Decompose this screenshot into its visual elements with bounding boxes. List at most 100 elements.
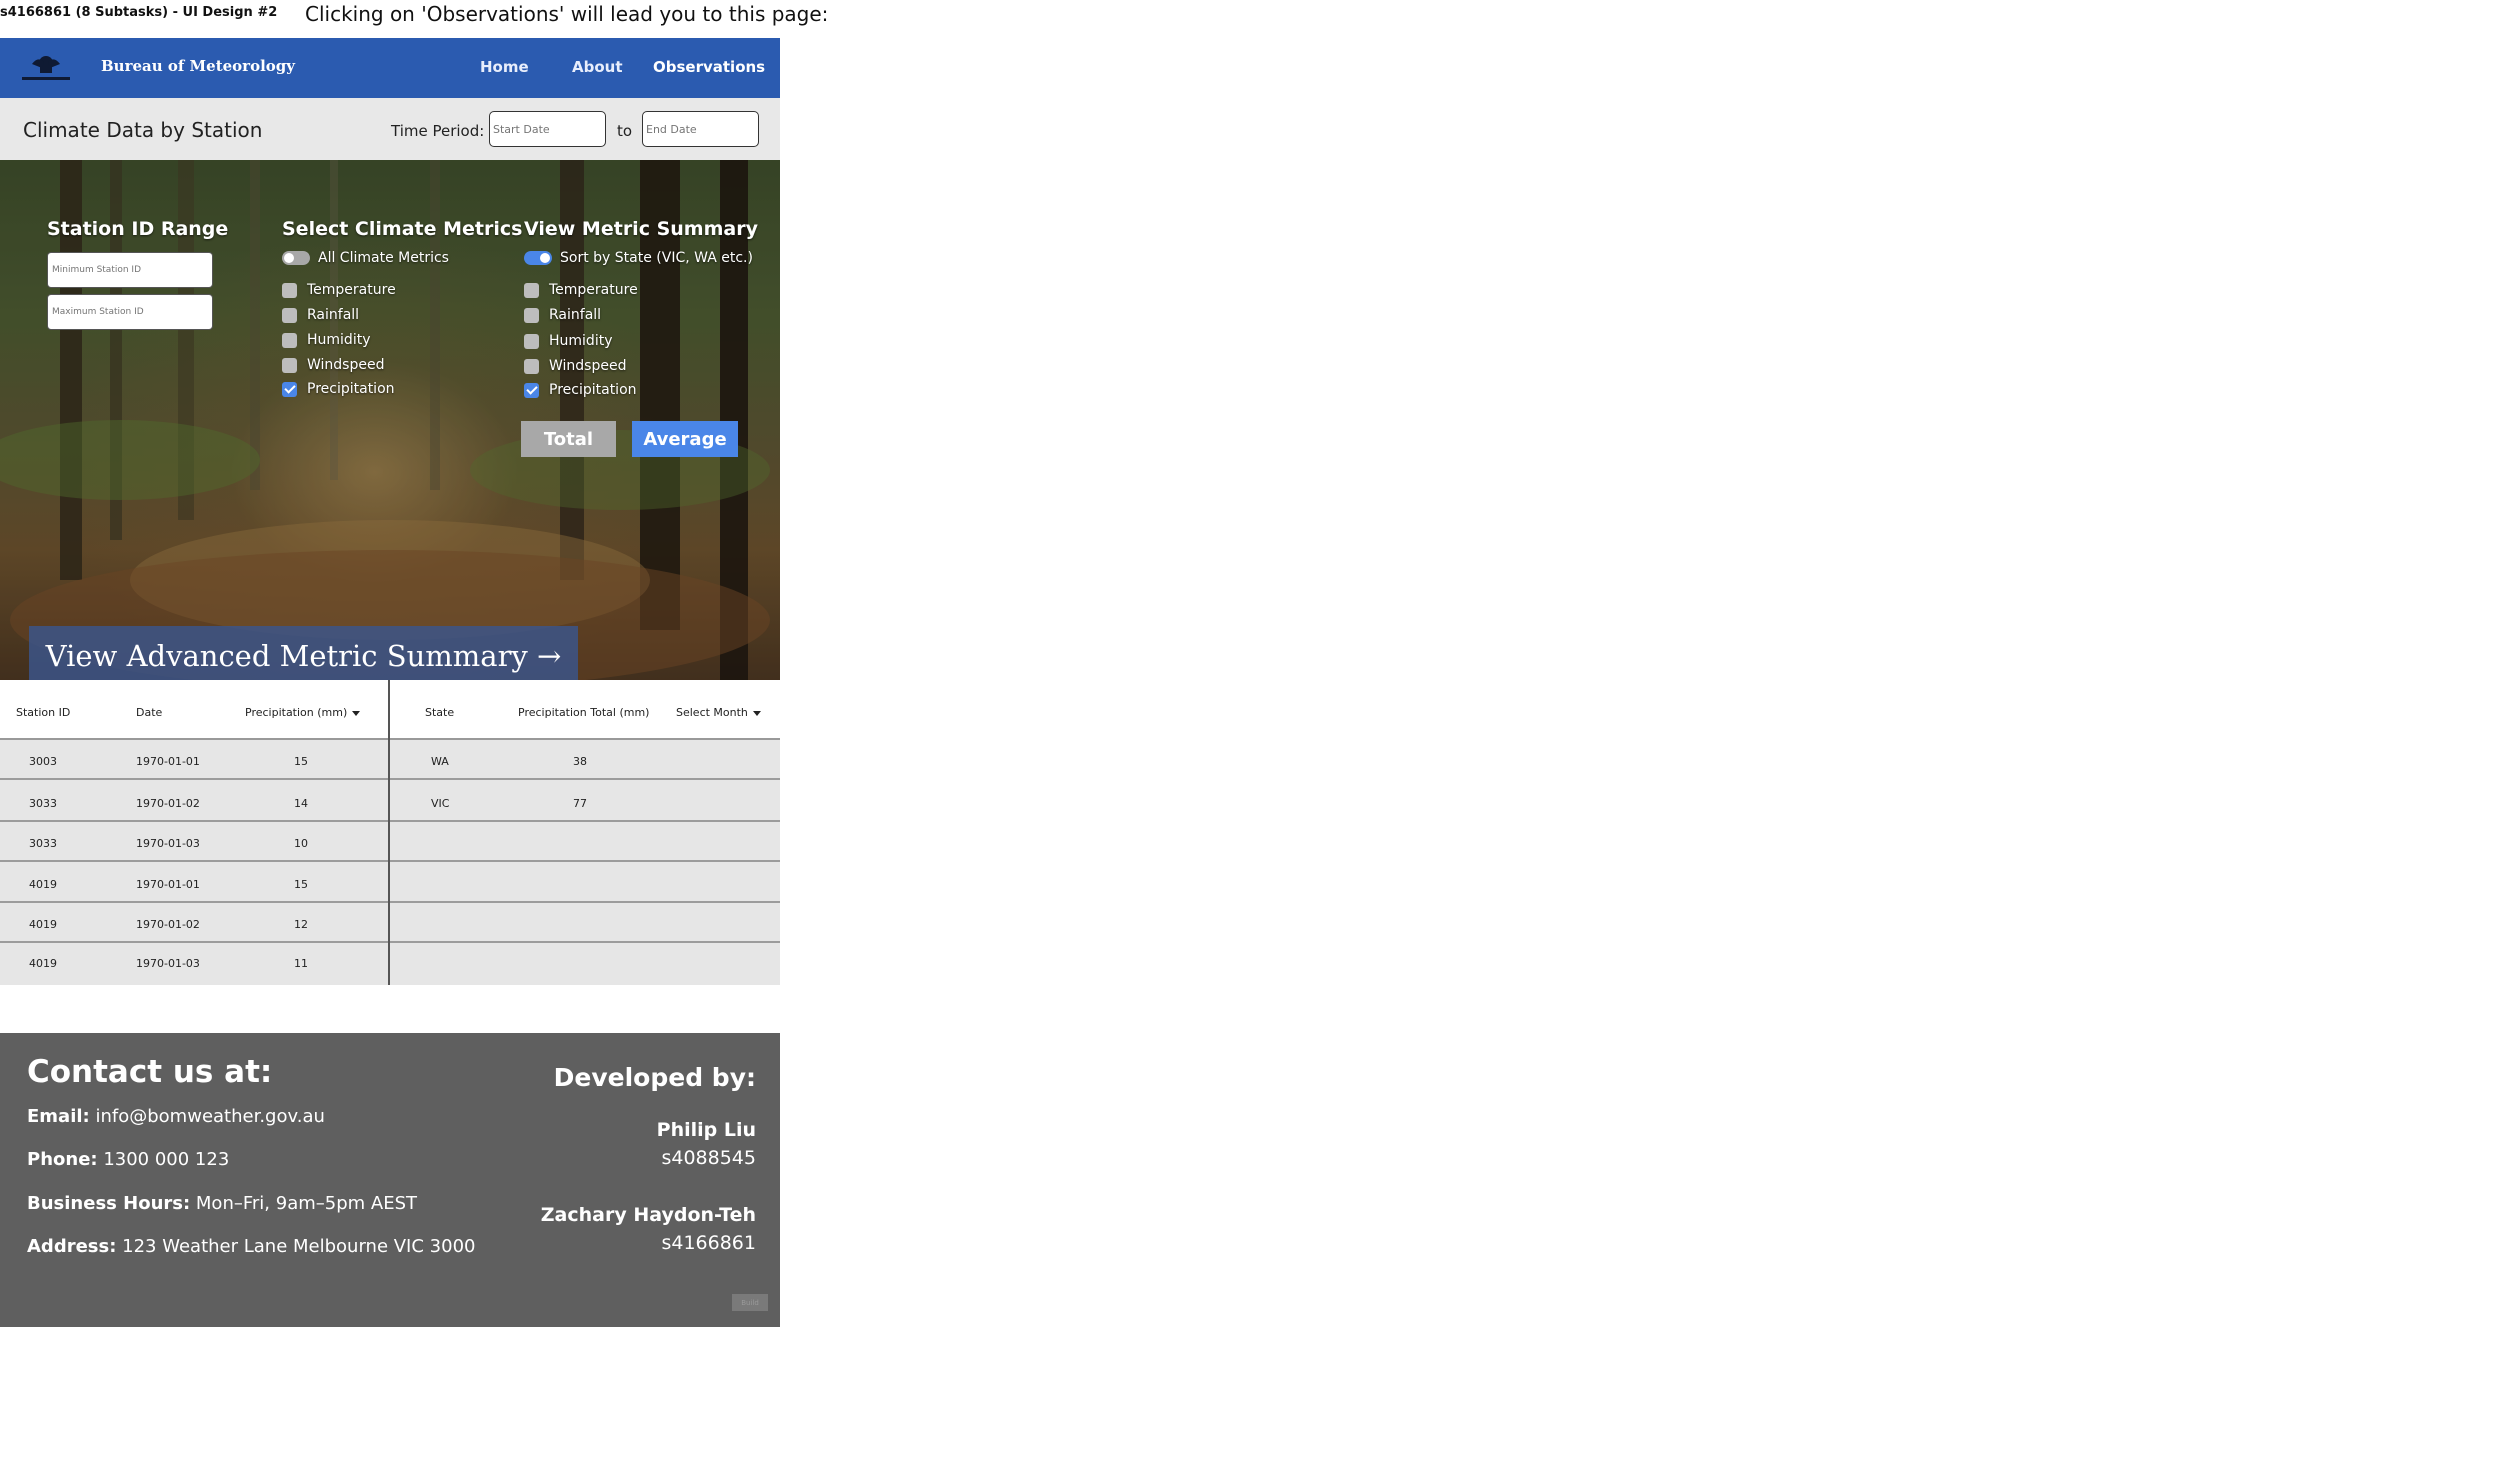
cell-date: 1970-01-01 [136,878,200,891]
sort-by-state-toggle[interactable] [524,251,552,265]
hours-label: Business Hours: [27,1193,191,1214]
summary-checkbox-windspeed[interactable]: Windspeed [524,358,626,374]
station-range-heading: Station ID Range [47,218,229,240]
checkbox[interactable] [524,358,539,374]
checkbox[interactable] [282,282,297,298]
hero-forest-background: Station ID Range Select Climate Metrics … [0,160,780,680]
checkbox-label: Rainfall [307,307,360,323]
cell-date: 1970-01-02 [136,918,200,931]
table-row: 4019 1970-01-03 11 [0,942,780,982]
checkbox[interactable] [524,307,539,323]
metric-checkbox-temperature[interactable]: Temperature [282,282,396,298]
checkbox[interactable] [282,332,297,348]
checkbox-label: Rainfall [549,307,602,323]
summary-checkbox-precipitation[interactable]: Precipitation [524,382,637,398]
table-row: 4019 1970-01-02 12 [0,903,780,943]
view-advanced-summary-button[interactable]: View Advanced Metric Summary → [29,626,578,680]
checkbox-label: Temperature [307,282,396,298]
nav-home[interactable]: Home [480,58,529,76]
checkbox-label: Humidity [549,333,613,349]
cell-station-id: 4019 [29,957,57,970]
contact-email: Email: info@bomweather.gov.au [27,1106,325,1127]
contact-address: Address: 123 Weather Lane Melbourne VIC … [27,1236,475,1257]
cell-precipitation: 12 [294,918,308,931]
end-date-input[interactable] [642,111,759,147]
min-station-id-input[interactable] [47,252,213,288]
col-state: State [425,706,455,719]
checkbox-label: Windspeed [307,357,385,373]
phone-label: Phone: [27,1149,98,1170]
summary-checkbox-humidity[interactable]: Humidity [524,333,612,349]
cell-date: 1970-01-01 [136,755,200,768]
table-row: 4019 1970-01-01 15 [0,863,780,903]
to-label: to [617,122,633,140]
max-station-id-input[interactable] [47,294,213,330]
developed-by-title: Developed by: [553,1063,756,1092]
all-metrics-toggle[interactable] [282,251,310,265]
checkbox[interactable] [282,357,297,373]
table-header: Station ID Date Precipitation (mm) State… [0,680,780,740]
document-title: s4166861 (8 Subtasks) - UI Design #2 [0,5,278,20]
developer-name: Philip Liu [656,1119,756,1141]
cell-station-id: 4019 [29,918,57,931]
total-button[interactable]: Total [521,421,616,457]
page-caption: Clicking on 'Observations' will lead you… [305,2,829,26]
checkbox-label: Humidity [307,332,371,348]
footer-tag: Build [732,1294,768,1311]
cell-station-id: 3033 [29,837,57,850]
contact-hours: Business Hours: Mon–Fri, 9am–5pm AEST [27,1193,417,1214]
checkbox-label: Precipitation [549,382,637,398]
start-date-input[interactable] [489,111,606,147]
col-precipitation-total: Precipitation Total (mm) [518,706,650,719]
time-period-label: Time Period: [391,122,485,140]
cell-precipitation-total: 38 [573,755,587,768]
summary-checkbox-rainfall[interactable]: Rainfall [524,307,601,323]
cell-precipitation-total: 77 [573,797,587,810]
cell-state: VIC [431,797,450,810]
sort-by-state-toggle-row[interactable]: Sort by State (VIC, WA etc.) [524,250,753,266]
footer: Contact us at: Email: info@bomweather.go… [0,1033,780,1327]
col-date: Date [136,706,163,719]
metric-checkbox-precipitation[interactable]: Precipitation [282,381,395,397]
table-row: 3003 1970-01-01 15 WA 38 [0,740,780,780]
metric-checkbox-rainfall[interactable]: Rainfall [282,307,359,323]
metric-summary-heading: View Metric Summary [524,218,758,240]
checkbox[interactable] [524,282,539,298]
all-metrics-label: All Climate Metrics [318,250,449,266]
cell-state: WA [431,755,449,768]
address-value: 123 Weather Lane Melbourne VIC 3000 [122,1236,476,1257]
checkbox[interactable] [282,307,297,323]
developer-name: Zachary Haydon-Teh [540,1204,756,1226]
page-title: Climate Data by Station [23,118,263,142]
table-row: 3033 1970-01-02 14 VIC 77 [0,782,780,822]
cell-precipitation: 15 [294,755,308,768]
checkbox-checked[interactable] [524,382,539,398]
checkbox-checked[interactable] [282,381,297,397]
metric-checkbox-humidity[interactable]: Humidity [282,332,370,348]
navbar: Bureau of Meteorology Home About Observa… [0,38,780,98]
cell-precipitation: 10 [294,837,308,850]
checkbox[interactable] [524,333,539,349]
brand-name[interactable]: Bureau of Meteorology [101,57,295,75]
climate-metrics-heading: Select Climate Metrics [282,218,523,240]
cell-precipitation: 14 [294,797,308,810]
nav-observations[interactable]: Observations [653,58,765,76]
developer-id: s4088545 [661,1147,756,1169]
sort-by-state-label: Sort by State (VIC, WA etc.) [560,250,753,266]
email-link[interactable]: info@bomweather.gov.au [95,1106,324,1127]
phone-value: 1300 000 123 [103,1149,230,1170]
checkbox-label: Temperature [549,282,638,298]
checkbox-label: Precipitation [307,381,395,397]
cell-date: 1970-01-03 [136,957,200,970]
developer-id: s4166861 [661,1232,756,1254]
nav-about[interactable]: About [572,58,623,76]
metric-checkbox-windspeed[interactable]: Windspeed [282,357,384,373]
caret-down-icon[interactable] [352,710,361,716]
col-precipitation-sort[interactable]: Precipitation (mm) [245,706,361,719]
observations-page: Bureau of Meteorology Home About Observa… [0,38,780,1327]
caret-down-icon[interactable] [752,710,761,716]
all-metrics-toggle-row[interactable]: All Climate Metrics [282,250,449,266]
average-button[interactable]: Average [632,421,738,457]
select-month-dropdown[interactable]: Select Month [676,706,761,719]
summary-checkbox-temperature[interactable]: Temperature [524,282,638,298]
